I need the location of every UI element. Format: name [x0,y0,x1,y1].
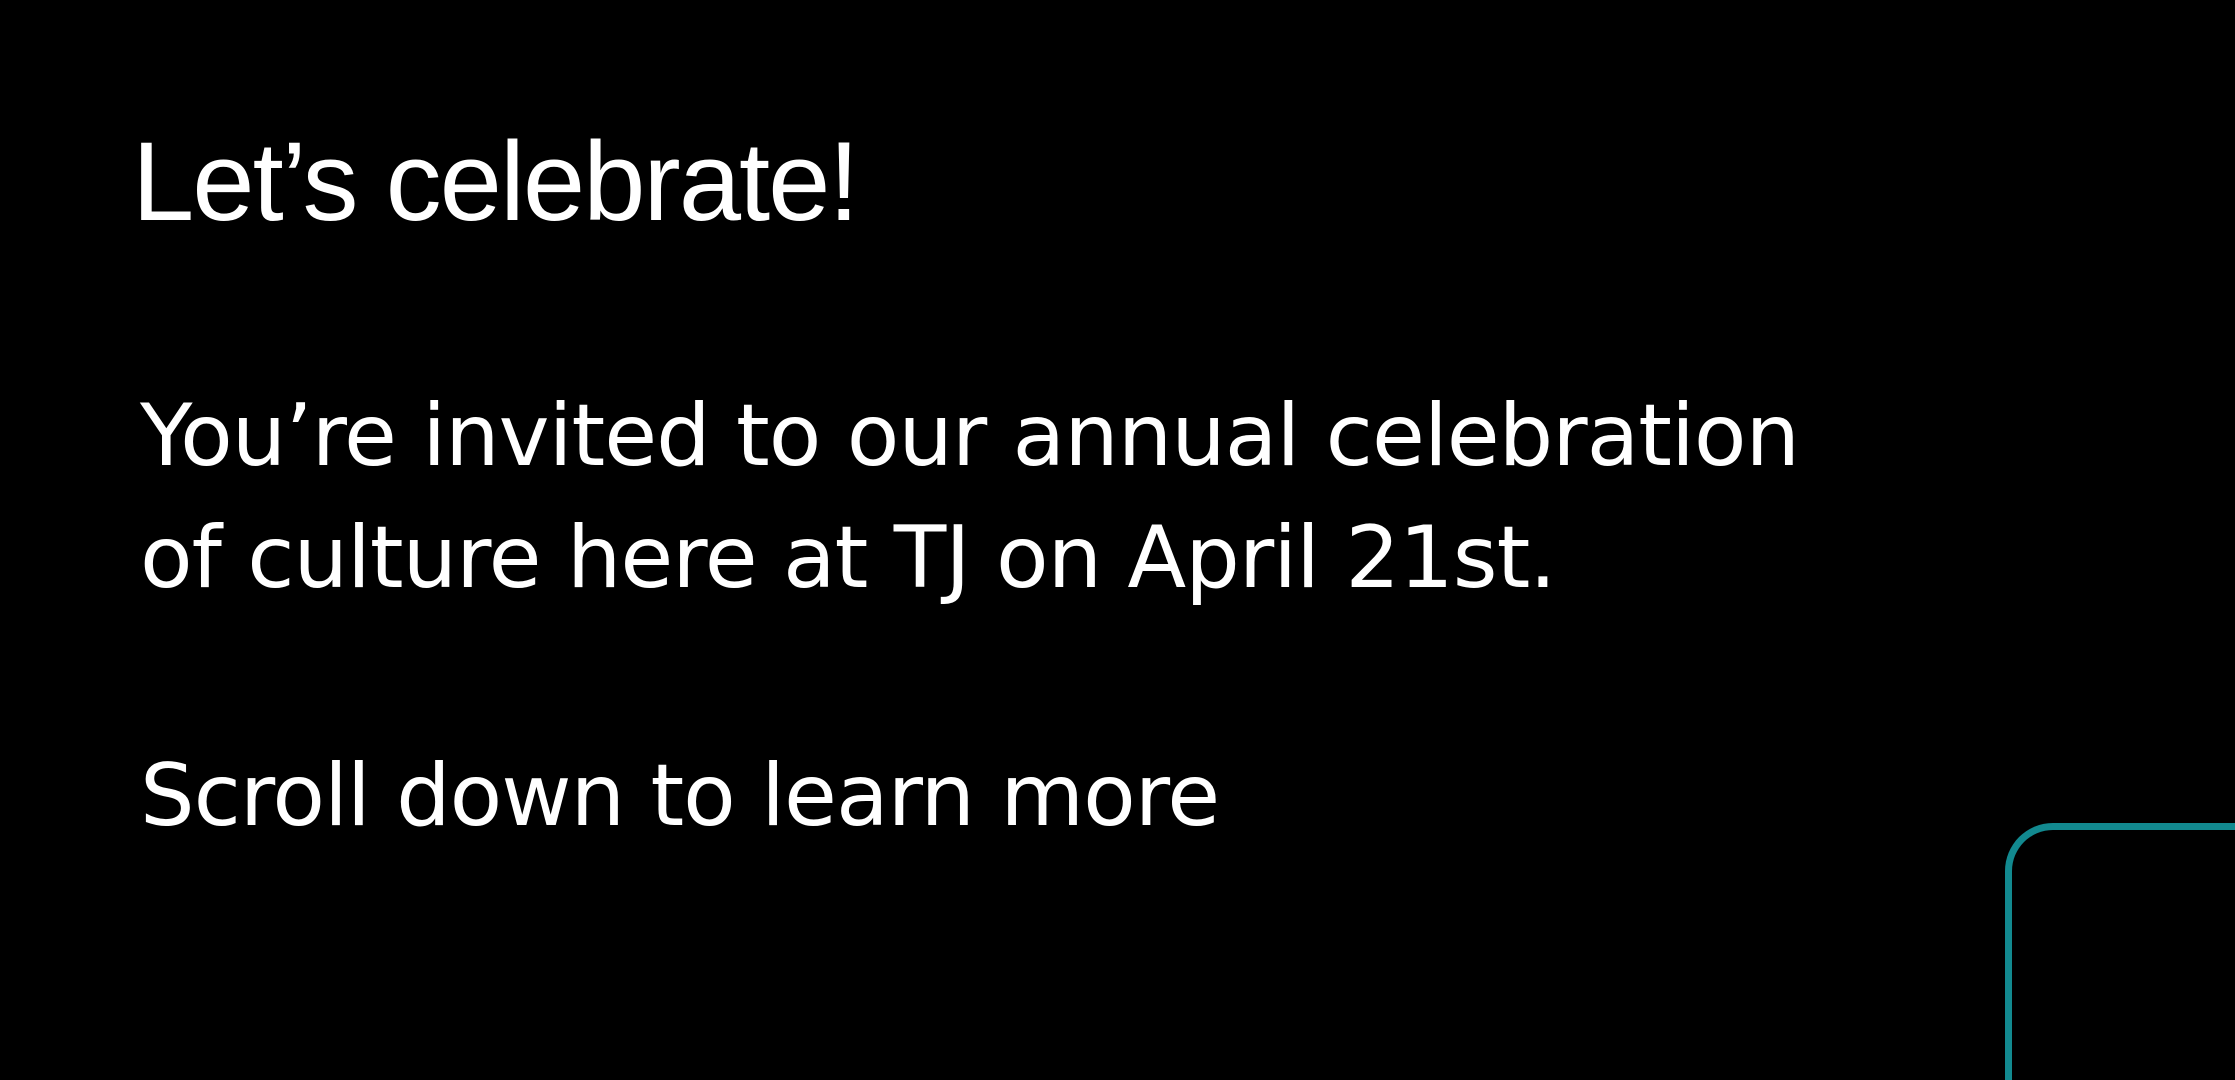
invitation-text: You’re invited to our annual celebration… [140,375,2040,619]
invitation-line-1: You’re invited to our annual celebration [140,386,1800,486]
scroll-down-link[interactable]: Scroll down to learn more [140,735,1220,857]
decorative-accent-frame [2005,823,2235,1080]
page-title: Let’s celebrate! [132,119,860,244]
invitation-line-2: of culture here at TJ on April 21st. [140,508,1557,608]
page: Let’s celebrate! You’re invited to our a… [0,0,2235,1080]
